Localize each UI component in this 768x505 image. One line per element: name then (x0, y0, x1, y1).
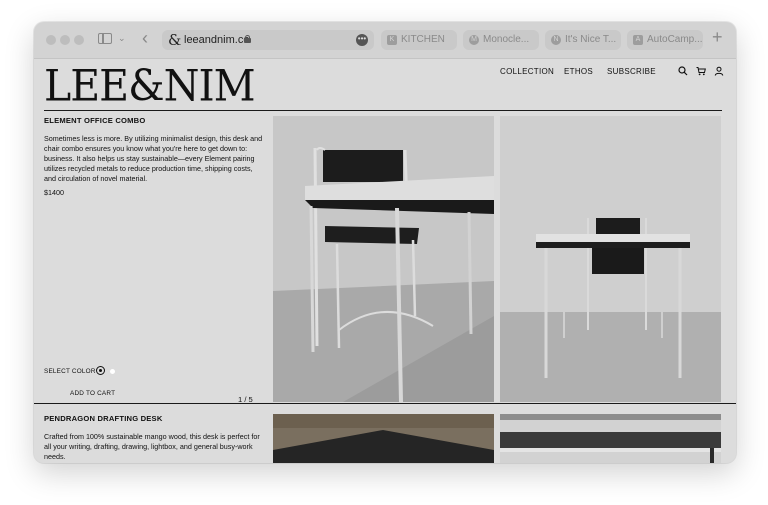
more-options-icon[interactable]: ••• (356, 34, 368, 46)
minimize-window-button[interactable] (60, 35, 70, 45)
address-bar[interactable]: & leeandnim.co ••• (162, 30, 374, 50)
tab-label: Monocle... (483, 34, 530, 45)
tab-favicon-icon: M (469, 35, 479, 45)
new-tab-button[interactable]: + (712, 27, 723, 48)
color-swatch-black[interactable] (96, 366, 105, 375)
tab-autocamp[interactable]: A AutoCamp... (627, 30, 703, 50)
product-title: ELEMENT OFFICE COMBO (44, 116, 146, 125)
search-icon[interactable] (678, 66, 688, 76)
header-divider (44, 110, 722, 111)
product-image-drafting-desk-detail[interactable] (500, 414, 721, 463)
tab-label: AutoCamp... (647, 34, 703, 45)
site-favicon-icon: & (168, 31, 182, 49)
product-description: Sometimes less is more. By utilizing min… (44, 134, 263, 183)
product-price: $1400 (44, 188, 64, 197)
tab-label: It's Nice T... (565, 34, 617, 45)
cart-icon[interactable] (696, 66, 706, 76)
tab-kitchen[interactable]: K KITCHEN (381, 30, 457, 50)
product-divider (34, 403, 736, 404)
tab-label: KITCHEN (401, 34, 445, 45)
tab-favicon-icon: N (551, 35, 561, 45)
url-text[interactable]: leeandnim.co (184, 34, 249, 46)
lock-icon (244, 35, 251, 43)
browser-window: ⌄ ‹ & leeandnim.co ••• K KITCHEN M Monoc… (34, 22, 736, 463)
tab-favicon-icon: K (387, 35, 397, 45)
sidebar-toggle-icon[interactable] (98, 33, 112, 44)
chevron-down-icon[interactable]: ⌄ (118, 33, 126, 44)
nav-ethos[interactable]: ETHOS (564, 67, 593, 76)
tab-favicon-icon: A (633, 35, 643, 45)
back-button[interactable]: ‹ (142, 28, 148, 49)
product-title: PENDRAGON DRAFTING DESK (44, 414, 163, 423)
browser-toolbar: ⌄ ‹ & leeandnim.co ••• K KITCHEN M Monoc… (34, 22, 736, 59)
product-description: Crafted from 100% sustainable mango wood… (44, 432, 260, 461)
tab-its-nice-that[interactable]: N It's Nice T... (545, 30, 621, 50)
close-window-button[interactable] (46, 35, 56, 45)
user-icon[interactable] (714, 66, 724, 76)
tab-monocle[interactable]: M Monocle... (463, 30, 539, 50)
color-swatch-white[interactable] (110, 369, 115, 374)
zoom-window-button[interactable] (74, 35, 84, 45)
add-to-cart-button[interactable]: ADD TO CART (70, 390, 115, 397)
product-image-desk-chair-angle[interactable] (273, 116, 494, 402)
nav-subscribe[interactable]: SUBSCRIBE (607, 67, 656, 76)
select-color-label: SELECT COLOR (44, 368, 96, 375)
product-image-drafting-desk-top[interactable] (273, 414, 494, 463)
nav-collection[interactable]: COLLECTION (500, 67, 554, 76)
site-logo[interactable]: LEE&NIM (44, 61, 256, 111)
product-image-desk-chair-front[interactable] (500, 116, 721, 402)
